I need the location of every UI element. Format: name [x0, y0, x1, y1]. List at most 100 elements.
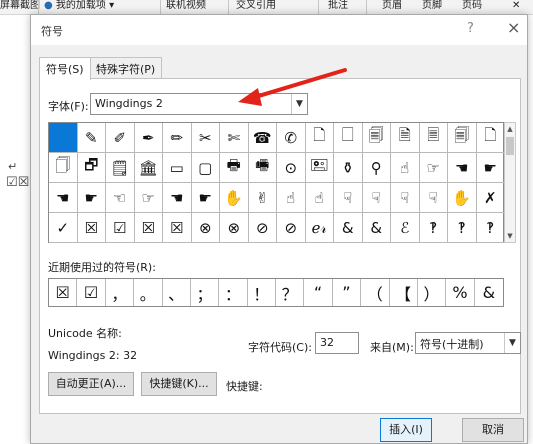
symbol-cell[interactable]: 🗋 [305, 123, 334, 153]
symbol-cell[interactable]: ☝ [391, 153, 420, 183]
symbol-cell[interactable]: ☚ [448, 153, 477, 183]
symbol-cell[interactable]: ☚ [49, 183, 78, 213]
insert-button[interactable]: 插入(I) [380, 418, 432, 442]
symbol-cell[interactable]: ✓ [49, 213, 78, 243]
symbol-cell[interactable]: ‽ [476, 213, 505, 243]
recent-symbol-cell[interactable]: 【 [390, 279, 418, 306]
ribbon-footer[interactable]: 页脚 [422, 0, 442, 15]
symbol-cell[interactable]: ℯ𝓇 [305, 213, 334, 243]
symbol-cell[interactable]: ⚲ [362, 153, 391, 183]
char-code-input[interactable]: 32 [315, 332, 359, 354]
symbol-cell[interactable]: ☛ [191, 183, 220, 213]
symbol-cell[interactable]: 🗍 [49, 153, 78, 183]
chevron-down-icon[interactable]: ▼ [291, 94, 307, 114]
symbol-cell[interactable]: ☝ [305, 183, 334, 213]
symbol-cell[interactable]: ✒ [134, 123, 163, 153]
shortcut-key-button[interactable]: 快捷键(K)... [141, 372, 217, 396]
symbol-cell[interactable]: ☒ [77, 213, 106, 243]
symbol-cell[interactable]: 🗒 [106, 153, 135, 183]
symbol-cell[interactable]: ⊗ [191, 213, 220, 243]
ribbon-my-addins[interactable]: ● 我的加载项 ▾ [44, 0, 114, 15]
tab-special-characters[interactable]: 特殊字符(P) [89, 57, 163, 79]
scroll-down-icon[interactable]: ▼ [505, 232, 515, 240]
symbol-cell[interactable]: ✂ [191, 123, 220, 153]
ribbon-screenshot[interactable]: 屏幕截图 [0, 0, 40, 15]
recent-symbol-cell[interactable]: % [446, 279, 475, 306]
symbol-cell-selected[interactable] [49, 123, 78, 153]
symbol-cell[interactable]: ✋ [448, 183, 477, 213]
symbol-cell[interactable]: ☛ [77, 183, 106, 213]
symbol-cell[interactable]: ☟ [419, 183, 448, 213]
ribbon-comment[interactable]: 批注 [328, 0, 348, 15]
symbol-cell[interactable]: ⊘ [248, 213, 277, 243]
symbol-cell[interactable]: ▢ [191, 153, 220, 183]
symbol-cell[interactable]: ℰ [391, 213, 420, 243]
cancel-button[interactable]: 取消 [462, 418, 524, 442]
symbol-cell[interactable]: ✐ [106, 123, 135, 153]
recent-symbol-cell[interactable]: & [475, 279, 503, 306]
symbol-cell[interactable]: ‽ [448, 213, 477, 243]
symbol-cell[interactable]: ✆ [277, 123, 306, 153]
symbol-cell[interactable]: 🗌 [334, 123, 363, 153]
recent-symbol-cell[interactable]: （ [361, 279, 390, 306]
symbol-grid-scrollbar[interactable]: ▲ ▼ [504, 122, 516, 243]
autocorrect-button[interactable]: 自动更正(A)... [48, 372, 134, 396]
symbol-cell[interactable]: ☒ [163, 213, 192, 243]
recent-symbol-cell[interactable]: ） [418, 279, 447, 306]
symbol-cell[interactable]: 🗏 [419, 123, 448, 153]
symbol-cell[interactable]: ☟ [334, 183, 363, 213]
ribbon-header[interactable]: 页眉 [382, 0, 402, 15]
symbol-cell[interactable]: 🖷 [248, 153, 277, 183]
symbol-cell[interactable]: ☞ [134, 183, 163, 213]
symbol-cell[interactable]: 🗎 [391, 123, 420, 153]
scrollbar-thumb[interactable] [506, 137, 514, 155]
recent-symbol-cell[interactable]: ？ [276, 279, 305, 306]
recent-symbol-cell[interactable]: ； [191, 279, 220, 306]
recent-symbol-cell[interactable]: ： [219, 279, 248, 306]
symbol-cell[interactable]: ✗ [476, 183, 505, 213]
symbol-cell[interactable]: ☞ [419, 153, 448, 183]
symbol-cell[interactable]: ☚ [163, 183, 192, 213]
from-select[interactable]: 符号(十进制) ▼ [415, 332, 521, 354]
symbol-cell[interactable]: ⊗ [220, 213, 249, 243]
recent-symbol-cell[interactable]: ， [106, 279, 135, 306]
symbol-cell[interactable]: ✏ [163, 123, 192, 153]
recent-symbol-cell[interactable]: “ [304, 279, 333, 306]
help-button[interactable]: ? [467, 21, 474, 36]
recent-symbol-cell[interactable]: ！ [248, 279, 276, 306]
recent-symbol-cell[interactable]: 、 [163, 279, 191, 306]
symbol-cell[interactable]: ⊘ [277, 213, 306, 243]
symbol-cell[interactable]: ✋ [220, 183, 249, 213]
symbol-cell[interactable]: & [362, 213, 391, 243]
symbol-cell[interactable]: 🗐 [448, 123, 477, 153]
recent-symbol-cell[interactable]: ☒ [49, 279, 78, 306]
symbol-cell[interactable]: ⊙ [277, 153, 306, 183]
symbol-cell[interactable]: ☟ [391, 183, 420, 213]
symbol-cell[interactable]: 🏛 [134, 153, 163, 183]
symbol-cell[interactable]: 🖶 [220, 153, 249, 183]
symbol-cell[interactable]: ‽ [419, 213, 448, 243]
ribbon-online-video[interactable]: 联机视频 [166, 0, 206, 15]
ribbon-cross-reference[interactable]: 交叉引用 [236, 0, 276, 15]
symbol-cell[interactable]: ☒ [134, 213, 163, 243]
symbol-cell[interactable]: ☑ [106, 213, 135, 243]
scroll-up-icon[interactable]: ▲ [505, 125, 515, 133]
tab-symbols[interactable]: 符号(S) [39, 57, 91, 80]
chevron-down-icon[interactable]: ▼ [504, 333, 520, 353]
symbol-cell[interactable]: 🗋 [476, 123, 505, 153]
symbol-cell[interactable]: ✌ [248, 183, 277, 213]
font-select[interactable]: Wingdings 2 ▼ [90, 93, 308, 115]
recent-symbol-cell[interactable]: ☑ [77, 279, 106, 306]
symbol-cell[interactable]: ☛ [476, 153, 505, 183]
recent-symbol-cell[interactable]: ” [333, 279, 362, 306]
symbol-cell[interactable]: ✎ [77, 123, 106, 153]
close-button[interactable]: × [507, 18, 520, 37]
symbol-cell[interactable]: ☜ [106, 183, 135, 213]
symbol-cell[interactable]: ▭ [163, 153, 192, 183]
symbol-cell[interactable]: ✄ [220, 123, 249, 153]
ribbon-close-icon[interactable]: ✕ [512, 0, 520, 15]
recent-symbol-cell[interactable]: 。 [134, 279, 163, 306]
symbol-cell[interactable]: 🖭 [305, 153, 334, 183]
ribbon-page-number[interactable]: 页码 [462, 0, 482, 15]
symbol-cell[interactable]: ☝ [277, 183, 306, 213]
